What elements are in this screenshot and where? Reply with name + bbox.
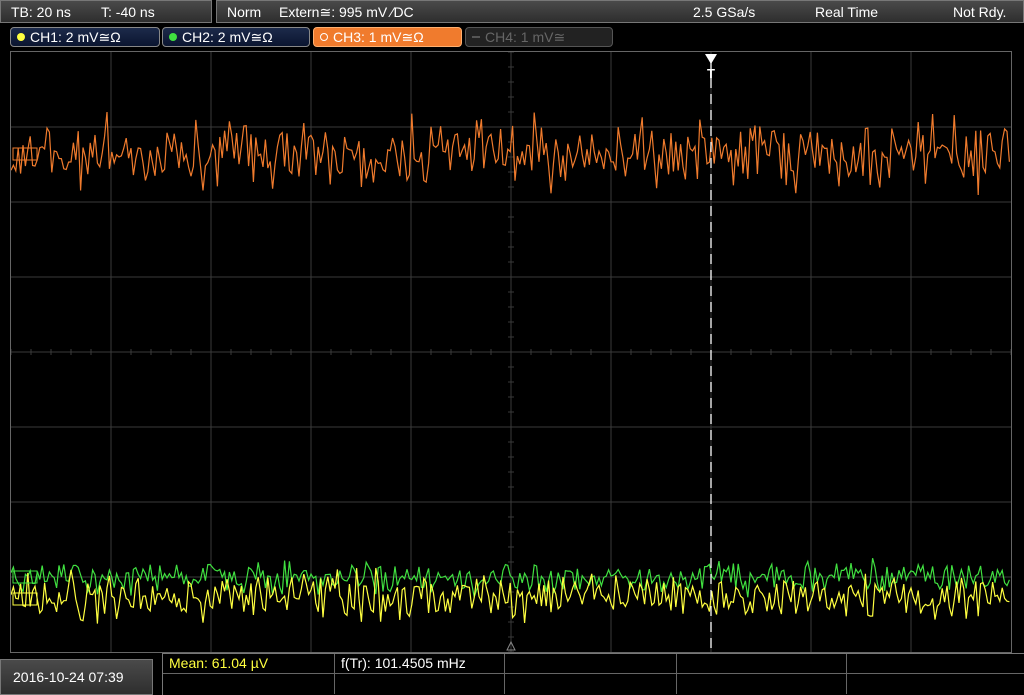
measurement-mean[interactable]: Mean: 61.04 µV xyxy=(163,654,335,674)
trigger-time-value: T: -40 ns xyxy=(101,4,155,20)
channel-3-button[interactable]: CH3: 1 mV≅Ω xyxy=(313,27,462,47)
channel-3-indicator-icon xyxy=(320,33,328,42)
measurement-slot-5[interactable] xyxy=(847,654,1024,674)
channel-4-indicator-icon xyxy=(472,36,480,39)
datetime-display: 2016-10-24 07:39 xyxy=(0,659,153,695)
channel-2-label: CH2: 2 mV≅Ω xyxy=(182,29,273,45)
ch3-trace xyxy=(10,111,1010,196)
top-status-bar: TB: 20 ns T: -40 ns Norm Extern≅: 995 mV… xyxy=(0,0,1024,24)
measurement-panel[interactable]: Mean: 61.04 µV f(Tr): 101.4505 mHz xyxy=(162,653,1024,695)
timebase-panel[interactable]: TB: 20 ns T: -40 ns xyxy=(0,0,212,23)
channel-1-button[interactable]: CH1: 2 mV≅Ω xyxy=(10,27,160,47)
trigger-arrow-icon[interactable] xyxy=(705,54,717,64)
measurement-slot-7[interactable] xyxy=(335,674,505,694)
waveform-display[interactable]: T xyxy=(10,51,1012,653)
sample-rate: 2.5 GSa/s xyxy=(693,4,756,20)
channel-3-label: CH3: 1 mV≅Ω xyxy=(333,29,424,45)
acquisition-status: Not Rdy. xyxy=(953,4,1007,20)
measurement-slot-8[interactable] xyxy=(505,674,677,694)
channel-bar: CH1: 2 mV≅Ω CH2: 2 mV≅Ω CH3: 1 mV≅Ω CH4:… xyxy=(0,25,1024,49)
acquisition-mode: Real Time xyxy=(815,4,879,20)
trigger-mode: Norm xyxy=(227,4,262,20)
trigger-marker-label: T xyxy=(707,66,715,81)
channel-2-button[interactable]: CH2: 2 mV≅Ω xyxy=(162,27,310,47)
measurement-slot-6[interactable] xyxy=(163,674,335,694)
timebase-value: TB: 20 ns xyxy=(11,4,71,20)
channel-1-indicator-icon xyxy=(17,33,25,42)
channel-2-indicator-icon xyxy=(169,33,177,42)
datetime-text: 2016-10-24 07:39 xyxy=(13,669,124,685)
channel-4-button[interactable]: CH4: 1 mV≅ xyxy=(465,27,613,47)
channel-1-label: CH1: 2 mV≅Ω xyxy=(30,29,121,45)
measurement-slot-3[interactable] xyxy=(505,654,677,674)
trigger-source: Extern≅: 995 mV ∕DC xyxy=(279,4,414,20)
trigger-panel[interactable]: Norm Extern≅: 995 mV ∕DC 2.5 GSa/s Real … xyxy=(216,0,1024,23)
channel-4-label: CH4: 1 mV≅ xyxy=(485,29,566,45)
measurement-slot-4[interactable] xyxy=(677,654,847,674)
measurement-trigger-frequency[interactable]: f(Tr): 101.4505 mHz xyxy=(335,654,505,674)
measurement-slot-9[interactable] xyxy=(677,674,847,694)
measurement-slot-10[interactable] xyxy=(847,674,1024,694)
